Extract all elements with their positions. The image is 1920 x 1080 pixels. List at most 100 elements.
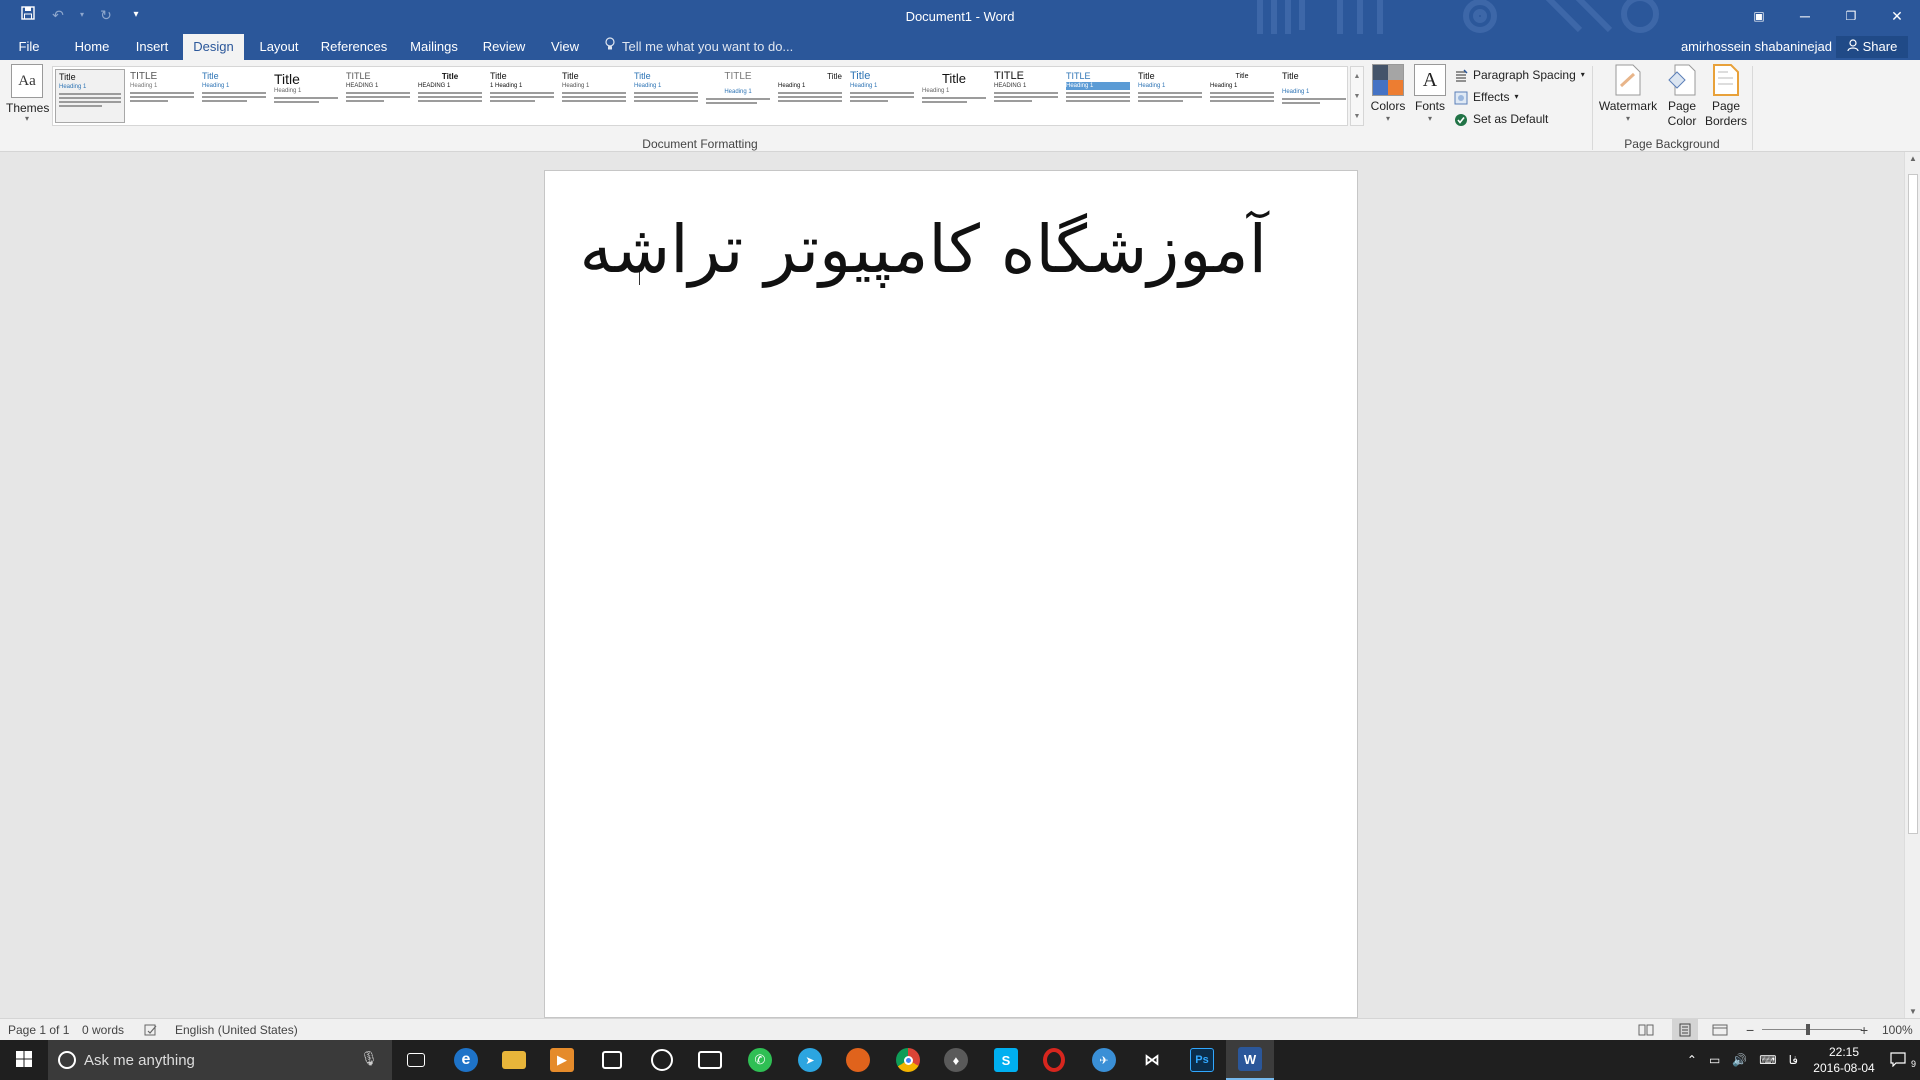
keyboard-icon[interactable]: ⌨ (1753, 1053, 1782, 1067)
chevron-up-icon[interactable]: ⌃ (1681, 1053, 1703, 1067)
style-set-item[interactable]: Title Heading 1 (775, 69, 845, 123)
style-set-item[interactable]: Title Heading 1 (631, 69, 701, 123)
visual-studio-icon[interactable]: ⋈ (1128, 1040, 1176, 1080)
volume-icon[interactable]: 🔊 (1726, 1053, 1753, 1067)
style-set-item[interactable]: Title HEADING 1 (415, 69, 485, 123)
messenger-icon[interactable]: ✈ (1080, 1040, 1128, 1080)
style-set-item[interactable]: Title 1 Heading 1 (487, 69, 557, 123)
edge-icon[interactable]: e (442, 1040, 490, 1080)
firefox-icon[interactable] (834, 1040, 882, 1080)
task-view-icon[interactable] (392, 1040, 440, 1080)
movies-icon[interactable] (686, 1040, 734, 1080)
tab-insert[interactable]: Insert (130, 34, 174, 60)
paragraph-spacing-button[interactable]: Paragraph Spacing ▾ (1454, 64, 1585, 86)
style-set-item[interactable]: TITLE HEADING 1 (991, 69, 1061, 123)
zoom-level[interactable]: 100% (1882, 1019, 1913, 1041)
web-layout-icon[interactable] (1712, 1019, 1728, 1041)
tab-references[interactable]: References (318, 34, 390, 60)
tab-layout[interactable]: Layout (254, 34, 304, 60)
page-color-button[interactable]: Page Color (1660, 64, 1704, 129)
style-set-item[interactable]: Title Heading 1 (1207, 69, 1277, 123)
page-color-label: Page Color (1667, 99, 1697, 128)
vertical-scrollbar[interactable]: ▲ ▼ (1904, 152, 1920, 1018)
opera-icon[interactable] (1030, 1040, 1078, 1080)
checkmark-icon (1454, 112, 1468, 126)
document-formatting-label: Document Formatting (642, 137, 758, 151)
action-center-icon[interactable]: 9 (1884, 1051, 1920, 1070)
paragraph-spacing-label: Paragraph Spacing (1473, 68, 1576, 82)
clock[interactable]: 22:15 2016-08-04 (1804, 1044, 1884, 1076)
more-styles-icon[interactable]: ▼ (1351, 107, 1363, 127)
style-set-item[interactable]: TITLE HEADING 1 (343, 69, 413, 123)
user-name[interactable]: amirhossein shabaninejad (1681, 34, 1832, 60)
scroll-up-icon[interactable]: ▲ (1905, 154, 1920, 163)
style-set-item[interactable]: Title Heading 1 (271, 69, 341, 123)
fonts-button[interactable]: A Fonts ▾ (1410, 64, 1450, 124)
effects-label: Effects (1473, 90, 1510, 104)
zoom-slider-thumb[interactable] (1806, 1024, 1810, 1035)
tab-view[interactable]: View (545, 34, 585, 60)
read-mode-icon[interactable] (1638, 1019, 1654, 1041)
style-set-item[interactable]: TITLE Heading 1 (1063, 69, 1133, 123)
language[interactable]: English (United States) (175, 1019, 298, 1041)
style-set-item[interactable]: Title Heading 1 (559, 69, 629, 123)
language-indicator[interactable]: فا (1783, 1053, 1804, 1067)
restore-icon[interactable]: ❐ (1828, 0, 1874, 32)
watermark-label: Watermark (1598, 99, 1658, 113)
effects-button[interactable]: Effects ▾ (1454, 86, 1585, 108)
document-page[interactable]: آموزشگاه کامپیوتر تراشه (544, 170, 1358, 1018)
tab-mailings[interactable]: Mailings (406, 34, 462, 60)
network-icon[interactable]: ▭ (1703, 1053, 1726, 1067)
skype-icon[interactable]: S (982, 1040, 1030, 1080)
fonts-icon: A (1414, 64, 1446, 96)
tell-me-box[interactable]: Tell me what you want to do... (604, 34, 793, 60)
tab-design[interactable]: Design (183, 34, 244, 60)
photoshop-icon[interactable]: Ps (1178, 1040, 1226, 1080)
telegram-icon[interactable]: ➤ (786, 1040, 834, 1080)
zoom-in-button[interactable]: + (1860, 1019, 1868, 1041)
zoom-slider[interactable] (1762, 1029, 1862, 1030)
colors-button[interactable]: Colors ▾ (1368, 64, 1408, 124)
zoom-out-button[interactable]: − (1746, 1019, 1754, 1041)
close-button[interactable]: ✕ (1874, 0, 1920, 32)
style-set-item[interactable]: Title Heading 1 (847, 69, 917, 123)
style-set-item[interactable]: Title Heading 1 (199, 69, 269, 123)
scroll-down-icon[interactable]: ▼ (1905, 1007, 1920, 1016)
minimize-button[interactable]: ─ (1782, 0, 1828, 32)
tab-review[interactable]: Review (478, 34, 530, 60)
chevron-down-icon[interactable]: ▼ (1351, 87, 1363, 107)
app-icon[interactable]: ♦ (932, 1040, 980, 1080)
style-set-item[interactable]: TITLE Heading 1 (127, 69, 197, 123)
cortana-search-box[interactable]: Ask me anything 🎙 (48, 1040, 392, 1080)
start-button[interactable] (0, 1040, 48, 1080)
groove-icon[interactable] (638, 1040, 686, 1080)
media-icon[interactable]: ▶ (538, 1040, 586, 1080)
watermark-button[interactable]: Watermark ▾ (1598, 64, 1658, 124)
document-text[interactable]: آموزشگاه کامپیوتر تراشه (580, 211, 1267, 288)
style-set-item[interactable]: Title Heading 1 (919, 69, 989, 123)
ribbon-display-options-icon[interactable]: ▣ (1736, 0, 1782, 32)
proofing-icon[interactable] (144, 1019, 158, 1041)
style-set-item[interactable]: Title Heading 1 (55, 69, 125, 123)
store-icon[interactable] (588, 1040, 636, 1080)
page-borders-button[interactable]: Page Borders (1704, 64, 1748, 129)
themes-button[interactable]: Aa Themes ▾ (6, 64, 49, 123)
chrome-icon[interactable] (884, 1040, 932, 1080)
whatsapp-icon[interactable]: ✆ (736, 1040, 784, 1080)
print-layout-icon[interactable] (1672, 1019, 1698, 1041)
tab-home[interactable]: Home (70, 34, 114, 60)
style-set-item[interactable]: Title Heading 1 (1279, 69, 1349, 123)
page-count[interactable]: Page 1 of 1 (8, 1019, 69, 1041)
scrollbar-thumb[interactable] (1908, 174, 1918, 834)
share-button[interactable]: Share (1836, 36, 1908, 58)
set-as-default-button[interactable]: Set as Default (1454, 108, 1585, 130)
microphone-icon[interactable]: 🎙 (360, 1050, 378, 1067)
chevron-up-icon[interactable]: ▲ (1351, 67, 1363, 87)
style-set-item[interactable]: TITLE Heading 1 (703, 69, 773, 123)
file-explorer-icon[interactable] (490, 1040, 538, 1080)
word-icon[interactable]: W (1226, 1040, 1274, 1080)
paragraph-spacing-icon (1454, 68, 1468, 82)
tab-file[interactable]: File (8, 34, 50, 60)
style-set-item[interactable]: Title Heading 1 (1135, 69, 1205, 123)
word-count[interactable]: 0 words (82, 1019, 124, 1041)
